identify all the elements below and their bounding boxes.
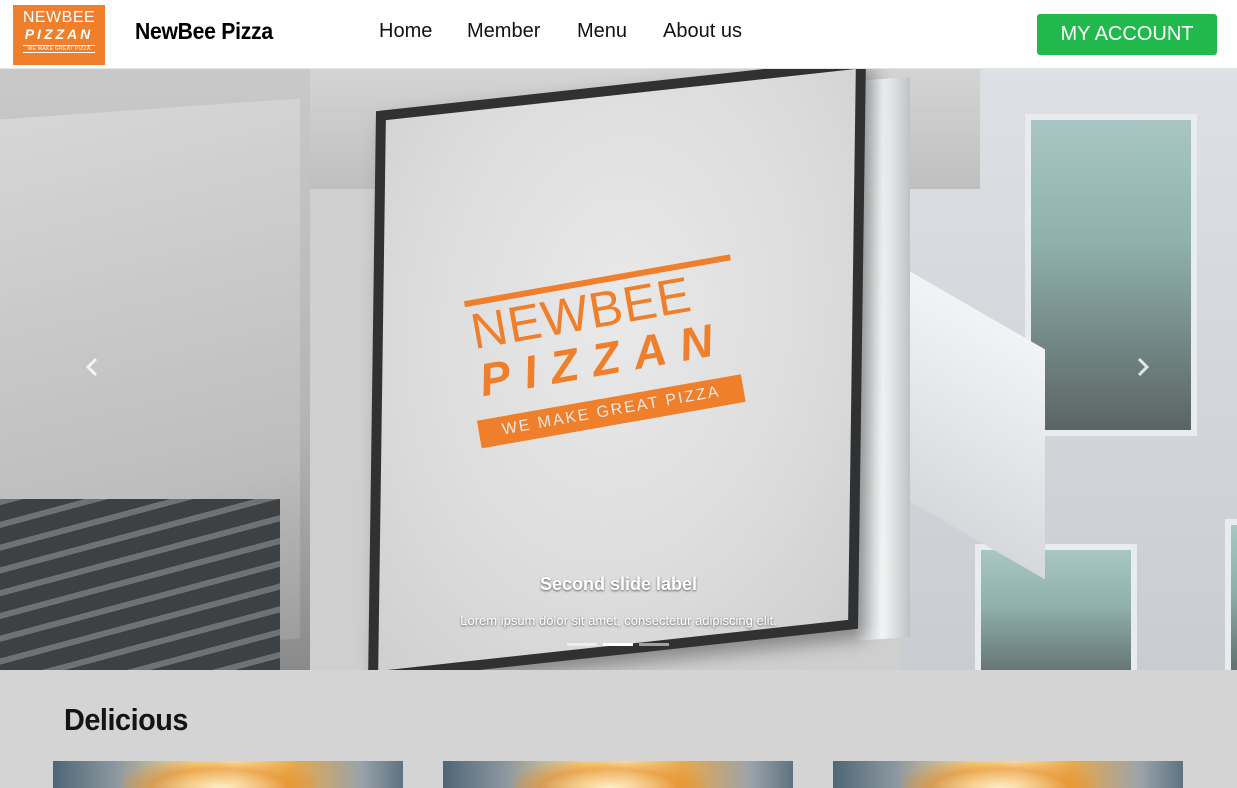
logo-line-1: NEWBEE [22, 9, 96, 26]
navbar: NEWBEE PIZZAN WE MAKE GREAT PIZZA NewBee… [0, 0, 1237, 69]
building-window [975, 544, 1137, 670]
pizza-card-image[interactable] [443, 761, 793, 788]
chevron-right-icon [1137, 357, 1150, 377]
carousel-caption-text: Lorem ipsum dolor sit amet, consectetur … [460, 613, 777, 628]
carousel-next-button[interactable] [1123, 349, 1163, 389]
section-title: Delicious [64, 702, 188, 737]
brand-logo[interactable]: NEWBEE PIZZAN WE MAKE GREAT PIZZA [13, 5, 105, 65]
brand-name[interactable]: NewBee Pizza [135, 18, 273, 45]
logo-tagline: WE MAKE GREAT PIZZA [23, 45, 95, 53]
nav-link-menu[interactable]: Menu [577, 20, 627, 43]
pizza-card-image[interactable] [53, 761, 403, 788]
carousel-indicator[interactable] [639, 643, 669, 646]
nav-link-about-us[interactable]: About us [663, 20, 742, 43]
building-window [1025, 114, 1197, 436]
nav-link-member[interactable]: Member [467, 20, 540, 43]
carousel-caption-title: Second slide label [539, 574, 698, 594]
carousel-indicator[interactable] [567, 643, 597, 646]
logo-line-2: PIZZAN [24, 26, 94, 42]
hero-carousel: NEWBEE PIZZAN WE MAKE GREAT PIZZA Second… [0, 69, 1237, 670]
carousel-indicator-active[interactable] [603, 643, 633, 646]
chevron-left-icon [85, 357, 98, 377]
nav-link-home[interactable]: Home [379, 20, 432, 43]
carousel-prev-button[interactable] [72, 349, 112, 389]
my-account-button[interactable]: MY ACCOUNT [1037, 14, 1217, 55]
pizza-card-image[interactable] [833, 761, 1183, 788]
